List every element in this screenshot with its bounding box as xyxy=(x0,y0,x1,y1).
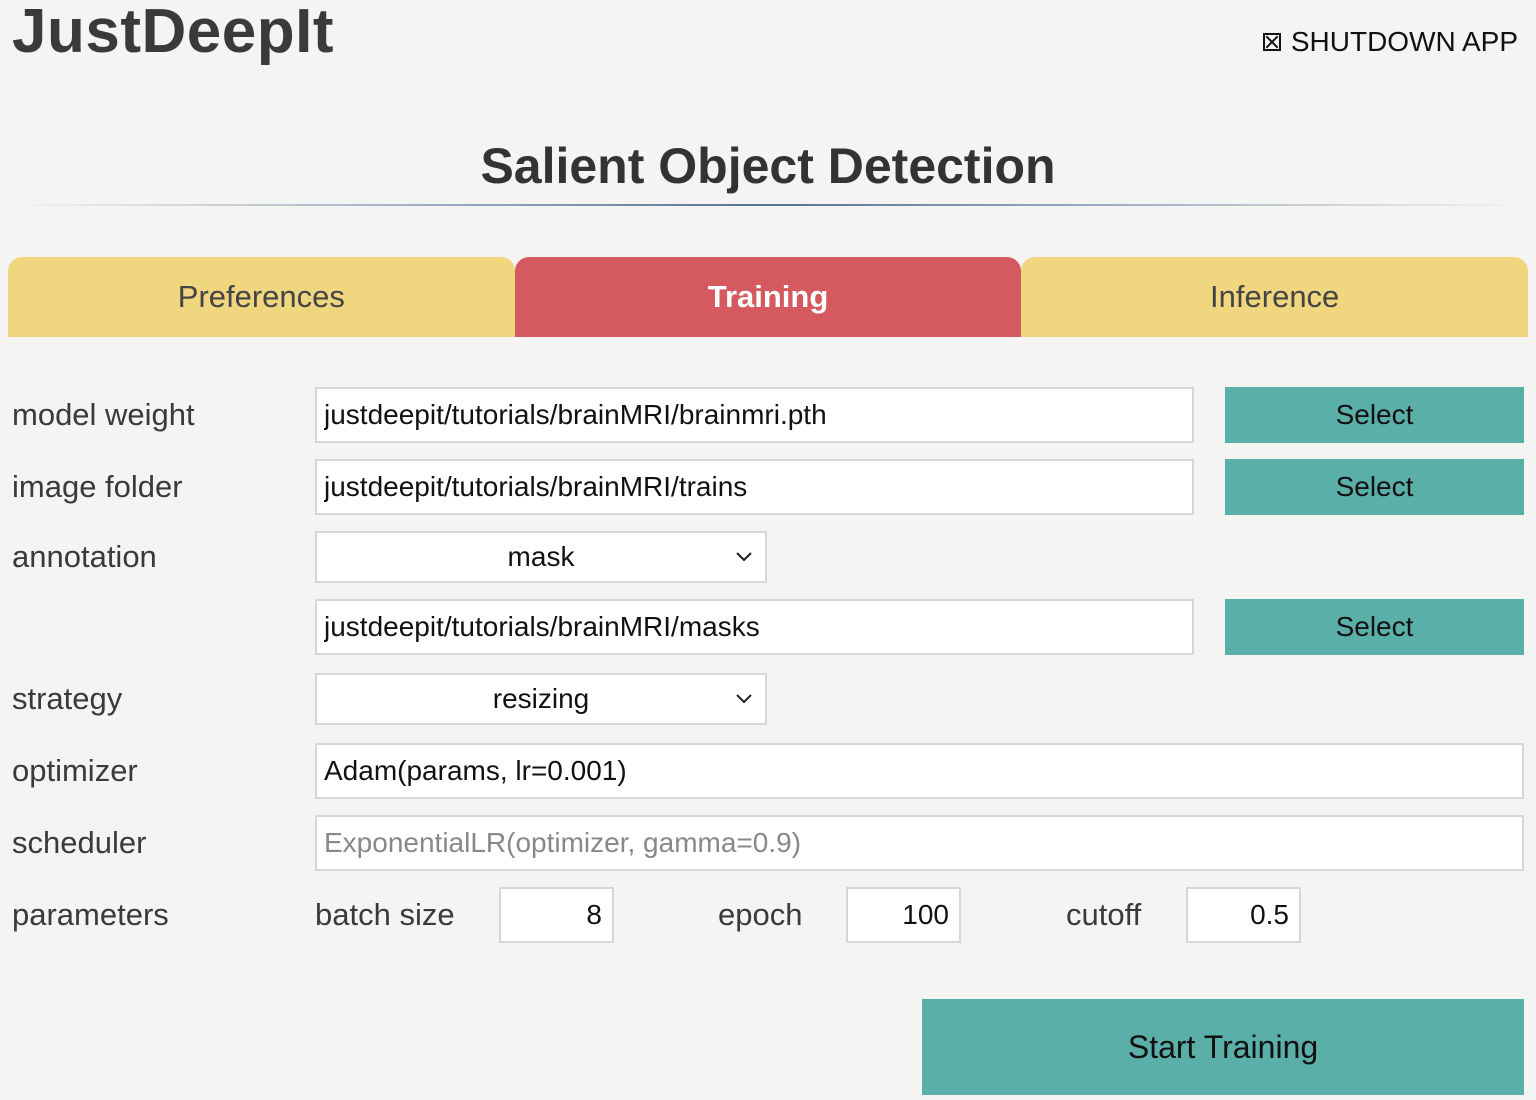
chevron-down-icon xyxy=(736,694,752,704)
strategy-select[interactable]: resizing xyxy=(315,673,767,725)
model-weight-label: model weight xyxy=(12,397,195,432)
model-weight-input[interactable] xyxy=(315,387,1194,443)
tab-preferences[interactable]: Preferences xyxy=(8,257,515,337)
cutoff-input[interactable] xyxy=(1186,887,1301,943)
module-title: Salient Object Detection xyxy=(480,138,1056,194)
close-box-icon xyxy=(1262,33,1281,51)
tab-inference[interactable]: Inference xyxy=(1021,257,1529,337)
model-weight-select-button[interactable]: Select xyxy=(1225,387,1524,443)
image-folder-select-button[interactable]: Select xyxy=(1225,459,1524,515)
shutdown-app-button[interactable]: SHUTDOWN APP xyxy=(1262,26,1518,58)
scheduler-label: scheduler xyxy=(12,825,147,860)
parameters-label: parameters xyxy=(12,897,169,932)
strategy-value: resizing xyxy=(492,683,590,714)
module-tabs: Preferences Training Inference xyxy=(8,257,1529,337)
batch-size-label: batch size xyxy=(315,897,455,932)
title-divider xyxy=(10,204,1526,206)
epoch-input[interactable] xyxy=(846,887,961,943)
chevron-down-icon xyxy=(736,552,752,562)
scheduler-input[interactable] xyxy=(315,815,1524,871)
start-training-button[interactable]: Start Training xyxy=(922,999,1524,1095)
image-folder-label: image folder xyxy=(12,469,183,504)
batch-size-input[interactable] xyxy=(499,887,614,943)
app-title: JustDeepIt xyxy=(12,0,334,66)
optimizer-input[interactable] xyxy=(315,743,1524,799)
epoch-label: epoch xyxy=(718,897,803,932)
annotation-format-value: mask xyxy=(507,541,575,572)
annotation-format-select[interactable]: mask xyxy=(315,531,767,583)
shutdown-app-label: SHUTDOWN APP xyxy=(1290,26,1518,57)
strategy-label: strategy xyxy=(12,681,123,716)
annotation-label: annotation xyxy=(12,539,157,574)
image-folder-input[interactable] xyxy=(315,459,1194,515)
annotation-select-button[interactable]: Select xyxy=(1225,599,1524,655)
cutoff-label: cutoff xyxy=(1066,897,1142,932)
optimizer-label: optimizer xyxy=(12,753,138,788)
annotation-path-input[interactable] xyxy=(315,599,1194,655)
tab-training[interactable]: Training xyxy=(514,257,1022,337)
